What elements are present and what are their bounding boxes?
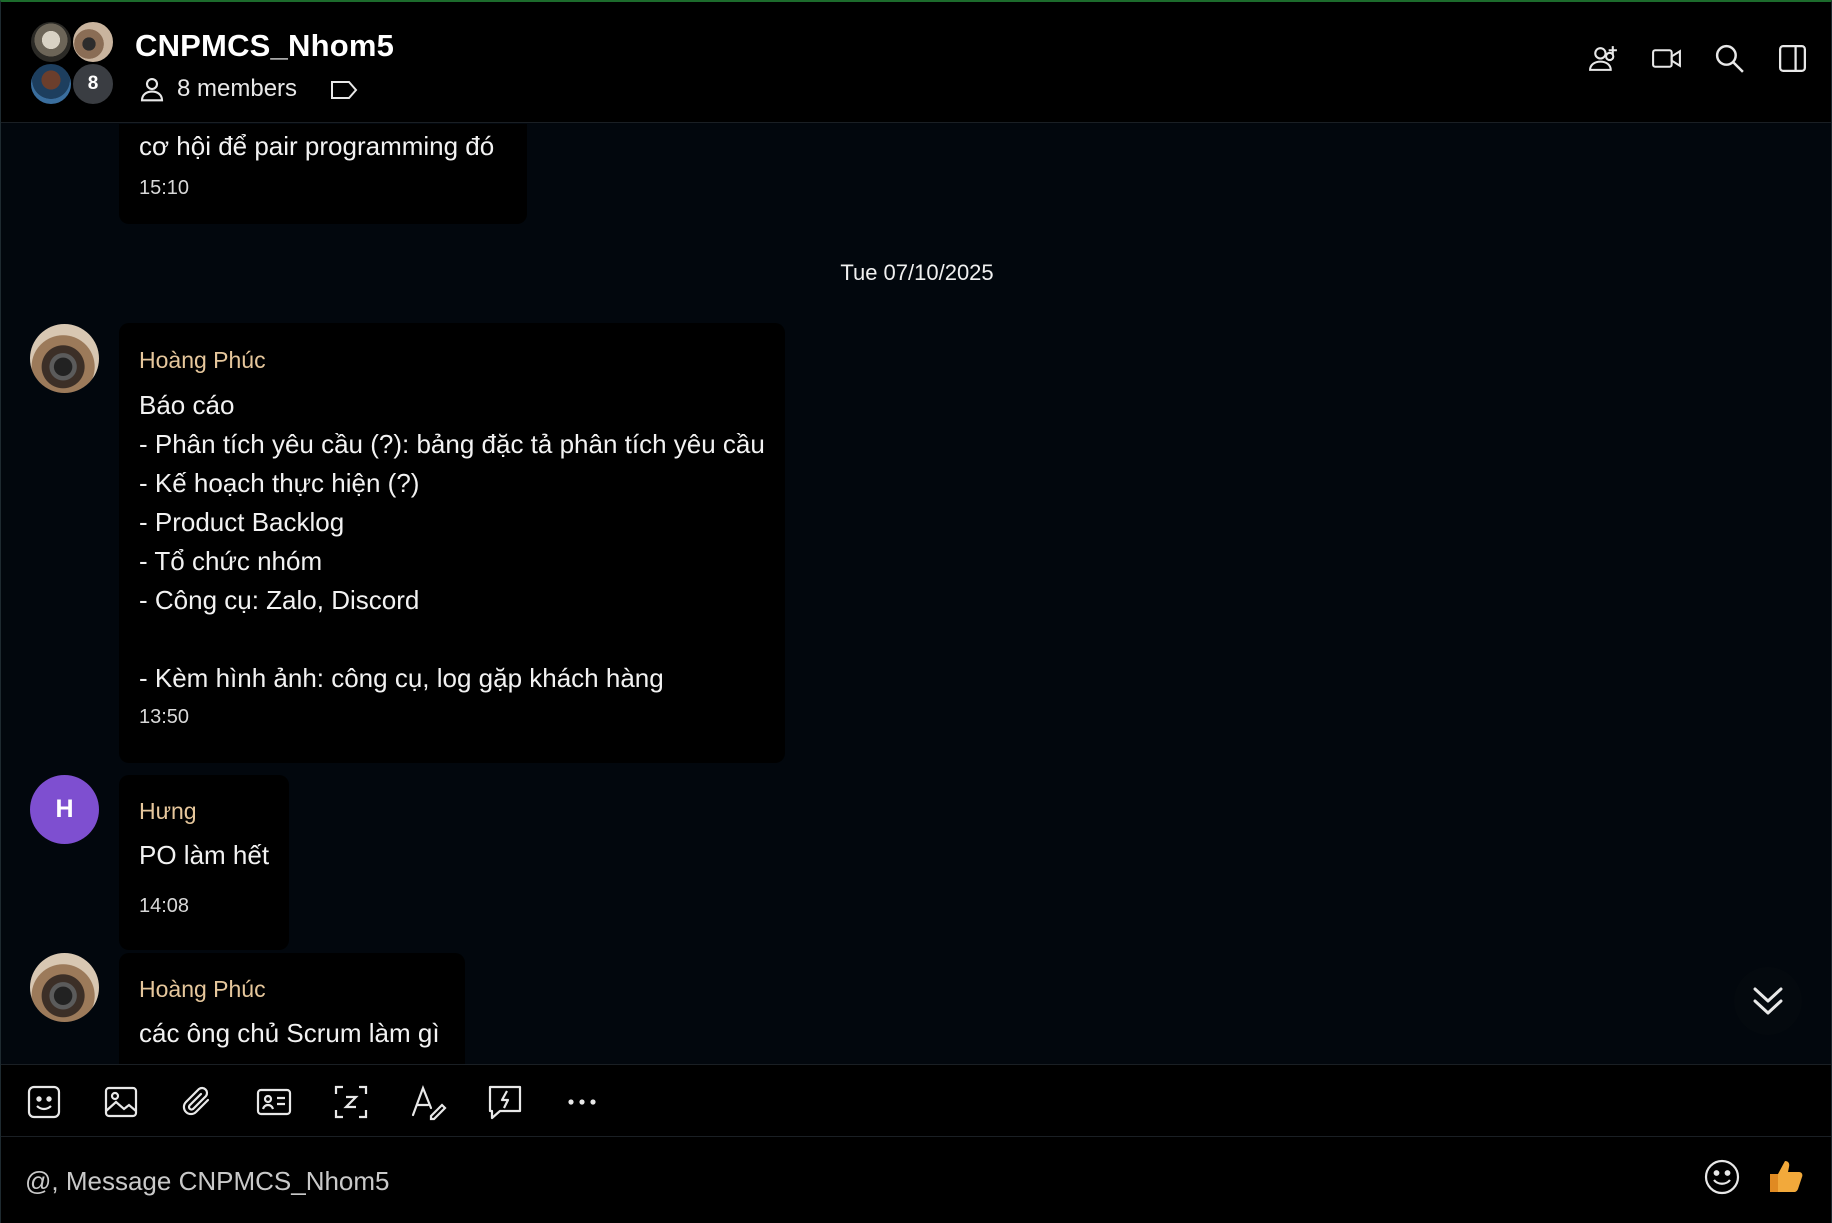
sticker-icon[interactable] <box>25 1083 63 1121</box>
message-list[interactable]: cơ hội để pair programming đó 15:10 Tue … <box>1 124 1831 1064</box>
attachment-icon[interactable] <box>178 1083 216 1121</box>
person-icon <box>140 77 164 102</box>
message-text: Báo cáo - Phân tích yêu cầu (?): bảng đặ… <box>139 390 765 693</box>
quick-message-icon[interactable] <box>486 1083 524 1121</box>
double-chevron-down-icon <box>1753 987 1783 1015</box>
group-title[interactable]: CNPMCS_Nhom5 <box>135 28 394 64</box>
message-bubble: Hoàng Phúc Báo cáo - Phân tích yêu cầu (… <box>119 323 785 763</box>
add-member-icon[interactable] <box>1587 42 1620 75</box>
image-icon[interactable] <box>102 1083 140 1121</box>
member-avatar <box>71 20 115 64</box>
message-text: các ông chủ Scrum làm gì <box>139 1018 440 1048</box>
message-bubble: cơ hội để pair programming đó 15:10 <box>119 124 527 224</box>
screenshot-icon[interactable] <box>332 1083 370 1121</box>
more-icon[interactable] <box>563 1083 601 1121</box>
message-bubble: Hoàng Phúc các ông chủ Scrum làm gì <box>119 953 465 1064</box>
sender-name[interactable]: Hoàng Phúc <box>139 347 266 374</box>
thumbs-up-icon[interactable] <box>1766 1156 1806 1196</box>
members-label: 8 members <box>177 75 298 102</box>
text-format-icon[interactable] <box>409 1083 447 1121</box>
message-time: 14:08 <box>139 895 190 917</box>
composer-toolbar <box>1 1064 1831 1137</box>
toggle-sidebar-icon[interactable] <box>1776 42 1809 75</box>
message-input[interactable] <box>25 1157 1665 1205</box>
sender-name[interactable]: Hoàng Phúc <box>139 976 266 1003</box>
members-button[interactable]: 8 members <box>137 72 297 106</box>
contact-card-icon[interactable] <box>255 1083 293 1121</box>
message-text: PO làm hết <box>139 840 270 870</box>
date-separator: Tue 07/10/2025 <box>840 260 994 285</box>
emoji-icon[interactable] <box>1703 1158 1741 1196</box>
member-avatar <box>29 62 73 106</box>
message-text: cơ hội để pair programming đó <box>139 131 495 161</box>
member-avatar <box>29 20 73 64</box>
chat-window: 8 CNPMCS_Nhom5 8 members cơ hội để pair … <box>0 0 1832 1223</box>
message-time: 13:50 <box>139 706 190 728</box>
tag-icon[interactable] <box>329 78 359 102</box>
avatar[interactable] <box>30 953 99 1022</box>
message-bubble: Hưng PO làm hết 14:08 <box>119 775 289 950</box>
scroll-to-bottom-button[interactable] <box>1734 967 1802 1035</box>
video-call-icon[interactable] <box>1650 42 1683 75</box>
chat-header: 8 CNPMCS_Nhom5 8 members <box>1 2 1831 123</box>
message-time: 15:10 <box>139 177 190 199</box>
composer <box>1 1137 1831 1223</box>
sender-name[interactable]: Hưng <box>139 798 197 825</box>
group-avatar[interactable]: 8 <box>29 20 115 106</box>
avatar[interactable]: H <box>30 775 99 844</box>
avatar[interactable] <box>30 324 99 393</box>
avatar-overflow-count: 8 <box>71 62 115 106</box>
search-icon[interactable] <box>1713 42 1746 75</box>
